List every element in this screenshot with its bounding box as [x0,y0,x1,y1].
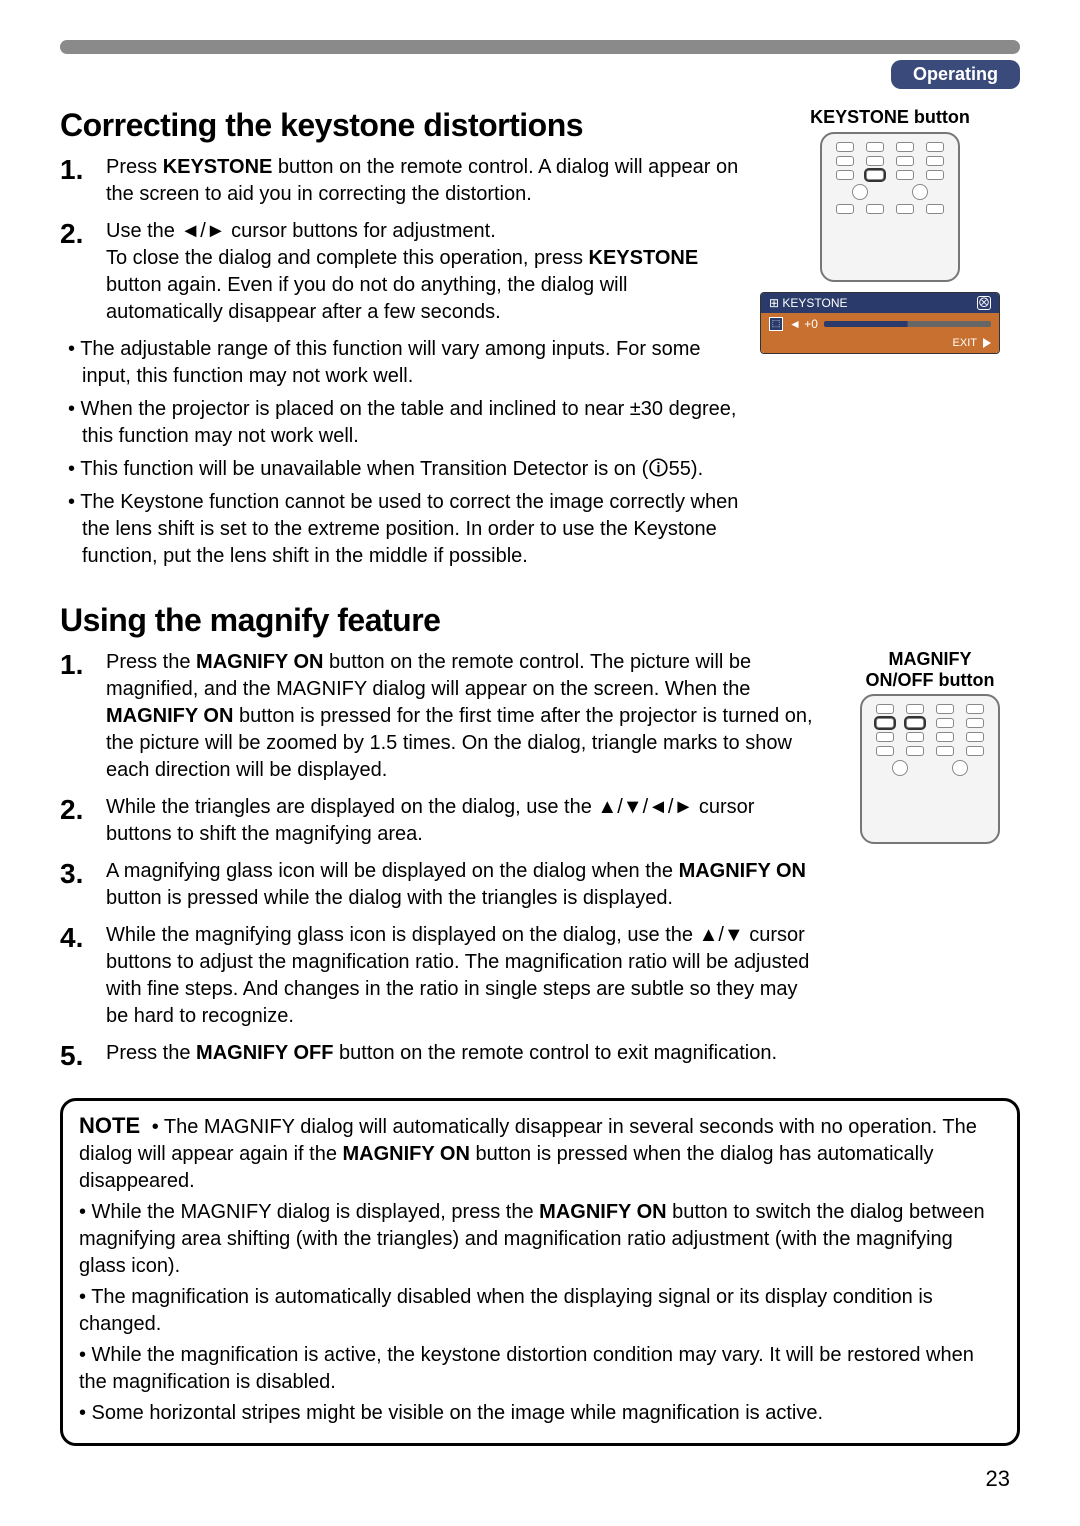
text: • The magnification is automatically dis… [79,1284,1001,1338]
magnify-step-4: 4. While the magnifying glass icon is di… [60,922,822,1030]
note-label: NOTE [79,1113,140,1138]
step-number: 5. [60,1040,96,1070]
text: Use the ◄/► cursor buttons for adjustmen… [106,220,496,242]
text: button is pressed while the dialog with … [106,887,673,909]
magnify-step-2: 2. While the triangles are displayed on … [60,794,822,848]
keystone-step-2: 2. Use the ◄/► cursor buttons for adjust… [60,218,742,326]
text: While the triangles are displayed on the… [106,794,822,848]
page-number: 23 [60,1466,1020,1492]
keystone-bullets: • The adjustable range of this function … [68,336,742,570]
magnify-on-ref: MAGNIFY ON [343,1143,470,1165]
remote-illustration [820,132,960,282]
close-icon: ⨂ [977,296,991,310]
magnify-step-1: 1. Press the MAGNIFY ON button on the re… [60,649,822,784]
keystone-step-1: 1. Press KEYSTONE button on the remote c… [60,154,742,208]
keystone-section: Correcting the keystone distortions 1. P… [60,107,1020,576]
magnify-caption-top: MAGNIFY [840,649,1020,670]
magnify-section: 1. Press the MAGNIFY ON button on the re… [60,649,1020,1080]
header-divider-bar [60,40,1020,54]
step-number: 1. [60,154,96,208]
step-number: 1. [60,649,96,784]
magnify-caption-bottom: ON/OFF button [840,670,1020,691]
keystone-osd-dialog: ⊞ KEYSTONE ⨂ ⬚ ◄ +0 EXIT [760,292,1000,354]
section-tag-row: Operating [60,60,1020,89]
magnify-on-remote-button [876,718,894,728]
text: • While the magnification is active, the… [79,1342,1001,1396]
magnify-side: MAGNIFY ON/OFF button [840,649,1020,1080]
keystone-button-ref: KEYSTONE [589,247,699,269]
step-number: 3. [60,858,96,912]
arrow-right-icon [983,338,991,348]
step-number: 4. [60,922,96,1030]
osd-shape-icon: ⬚ [769,317,783,331]
magnify-on-ref: MAGNIFY ON [106,705,233,727]
step-number: 2. [60,218,96,326]
magnify-on-ref: MAGNIFY ON [679,860,806,882]
text: button on the remote control to exit mag… [333,1042,777,1064]
osd-value: ◄ +0 [789,317,818,331]
text: A magnifying glass icon will be displaye… [106,860,679,882]
keystone-side: KEYSTONE button ⊞ KEYSTONE ⨂ ⬚ ◄ +0 EXIT [760,107,1020,576]
text: • Some horizontal stripes might be visib… [79,1400,1001,1427]
text: button on the remote control. [323,651,584,673]
magnify-on-ref: MAGNIFY ON [539,1201,666,1223]
bullet: • When the projector is placed on the ta… [68,396,742,450]
text: • While the MAGNIFY dialog is displayed,… [79,1201,539,1223]
bullet: • The Keystone function cannot be used t… [68,489,742,570]
magnify-off-remote-button [906,718,924,728]
bullet: • This function will be unavailable when… [68,456,742,483]
step-number: 2. [60,794,96,848]
section-tag: Operating [891,60,1020,89]
keystone-remote-button [866,170,884,180]
text: Press the [106,1042,196,1064]
keystone-button-ref: KEYSTONE [163,156,273,178]
magnify-on-ref: MAGNIFY ON [196,651,323,673]
text: Press the [106,651,196,673]
magnify-step-5: 5. Press the MAGNIFY OFF button on the r… [60,1040,822,1070]
text: To close the dialog and complete this op… [106,247,589,269]
note-box: NOTE • The MAGNIFY dialog will automatic… [60,1098,1020,1446]
text: button again. Even if you do not do anyt… [106,274,627,323]
remote-illustration [860,694,1000,844]
osd-icon: ⊞ [769,296,782,310]
bullet: • The adjustable range of this function … [68,336,742,390]
keystone-title: Correcting the keystone distortions [60,107,742,144]
osd-slider [824,321,991,327]
magnify-off-ref: MAGNIFY OFF [196,1042,333,1064]
text: Press [106,156,163,178]
osd-exit-label: EXIT [953,337,977,349]
magnify-step-3: 3. A magnifying glass icon will be displ… [60,858,822,912]
magnify-title: Using the magnify feature [60,602,1020,639]
text: While the magnifying glass icon is displ… [106,922,822,1030]
keystone-caption: KEYSTONE button [760,107,1020,128]
osd-title: ⊞ KEYSTONE [769,296,848,310]
